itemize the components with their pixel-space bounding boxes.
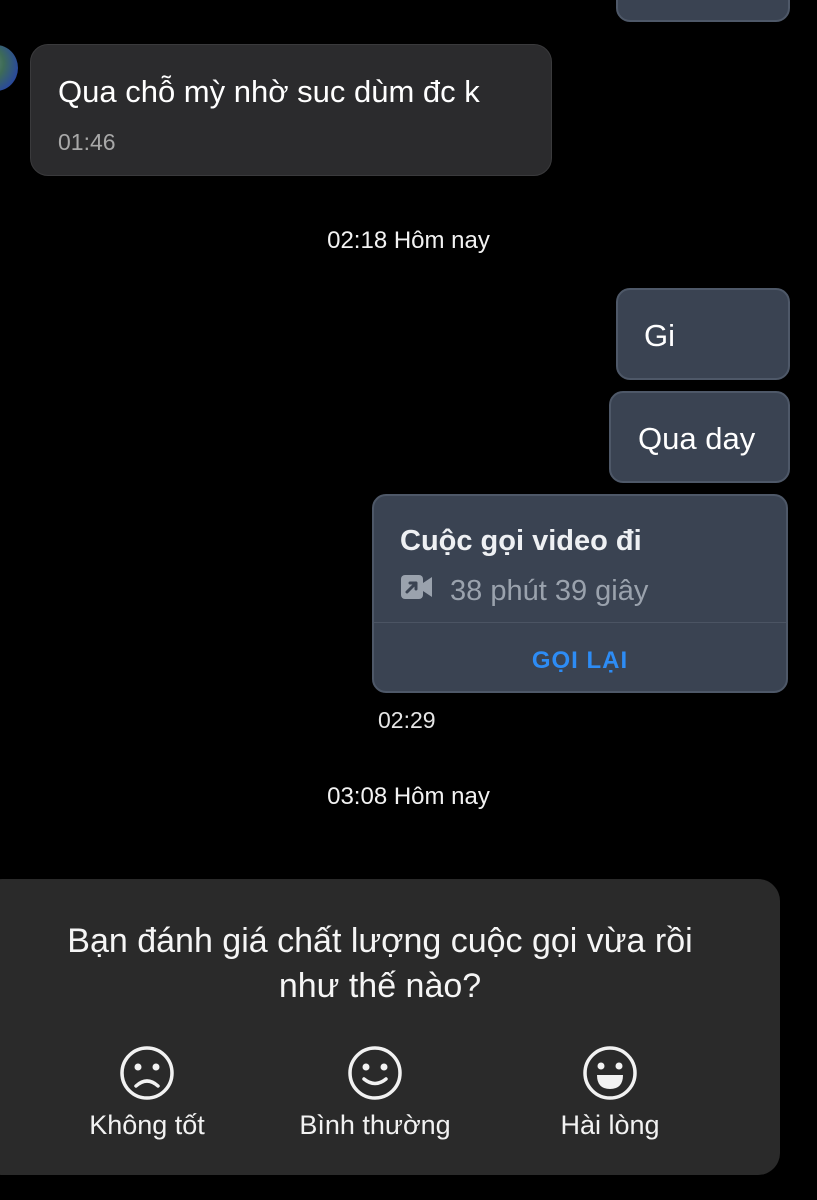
avatar[interactable] <box>0 45 18 91</box>
rating-option-neutral[interactable]: Bình thường <box>285 1043 465 1143</box>
happy-face-icon <box>582 1045 638 1106</box>
rating-question-line1: Bạn đánh giá chất lượng cuộc gọi vừa rồi <box>67 922 693 960</box>
message-text: Gi <box>644 318 675 353</box>
call-time: 02:29 <box>378 707 436 733</box>
call-duration: 38 phút 39 giây <box>450 575 649 607</box>
neutral-face-icon <box>347 1045 403 1106</box>
video-call-outgoing-icon <box>400 574 434 600</box>
call-rating-sheet: Bạn đánh giá chất lượng cuộc gọi vừa rồi… <box>0 879 780 1175</box>
rating-label: Không tốt <box>89 1110 205 1140</box>
call-back-button[interactable]: GỌI LẠI <box>374 647 786 675</box>
previous-outgoing-bubble <box>616 0 790 22</box>
rating-question-line2: như thế nào? <box>278 967 482 1005</box>
rating-label: Bình thường <box>299 1110 451 1140</box>
outgoing-message-bubble[interactable]: Gi <box>616 288 790 380</box>
rating-label: Hài lòng <box>560 1110 660 1140</box>
incoming-message-bubble[interactable]: Qua chỗ mỳ nhờ suc dùm đc k 01:46 <box>30 44 552 176</box>
message-text: Qua day <box>638 421 756 456</box>
message-time: 01:46 <box>58 129 116 155</box>
date-separator: 03:08 Hôm nay <box>327 783 490 810</box>
rating-option-good[interactable]: Hài lòng <box>530 1043 690 1143</box>
call-title: Cuộc gọi video đi <box>400 525 642 557</box>
rating-option-bad[interactable]: Không tốt <box>62 1043 232 1143</box>
outgoing-message-bubble[interactable]: Qua day <box>609 391 790 483</box>
message-text: Qua chỗ mỳ nhờ suc dùm đc k <box>58 74 480 109</box>
rating-question: Bạn đánh giá chất lượng cuộc gọi vừa rồi… <box>0 919 760 1009</box>
date-separator: 02:18 Hôm nay <box>327 227 490 254</box>
call-divider <box>374 622 786 623</box>
video-call-card[interactable]: Cuộc gọi video đi 38 phút 39 giây GỌI LẠ… <box>372 494 788 693</box>
sad-face-icon <box>119 1045 175 1106</box>
